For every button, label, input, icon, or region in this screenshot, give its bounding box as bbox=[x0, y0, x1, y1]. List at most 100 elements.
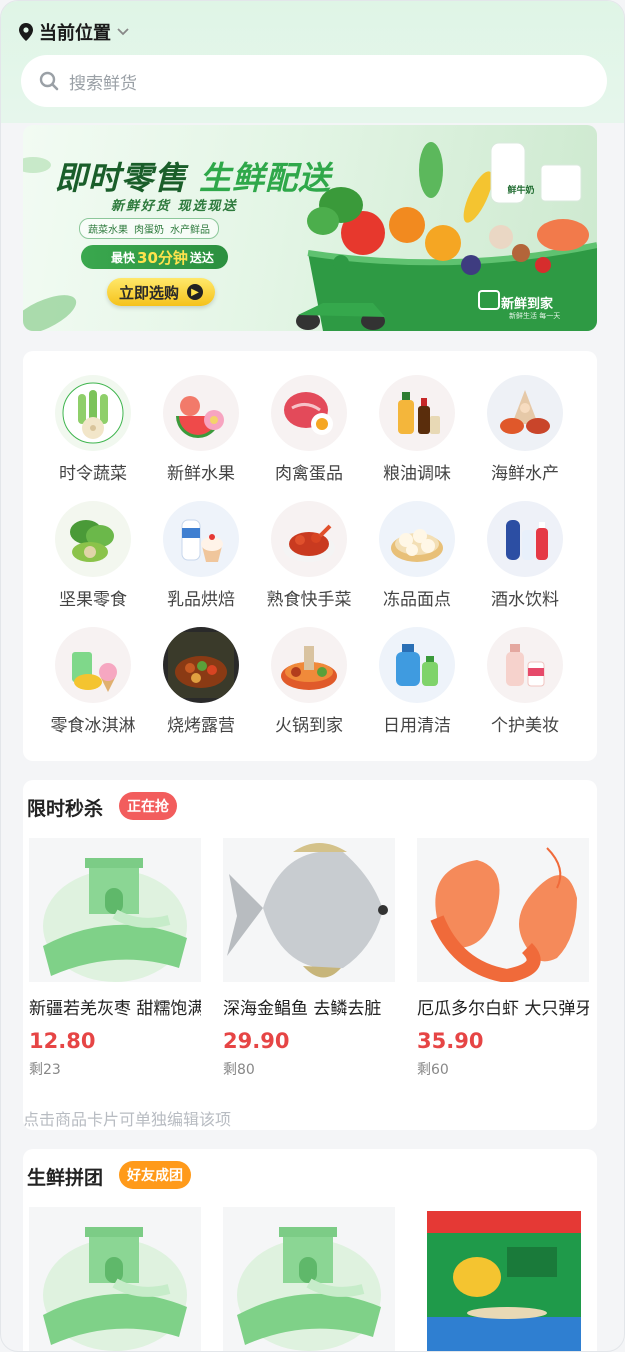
search-placeholder: 搜索鲜货 bbox=[69, 73, 137, 94]
product-price: 29.90 bbox=[223, 1029, 290, 1053]
category-label: 熟食快手菜 bbox=[266, 590, 352, 610]
icecream-icon bbox=[55, 627, 131, 703]
delivery-time-badge: 最快 30分钟 送达 bbox=[81, 245, 228, 269]
category-item-fruit[interactable]: 新鲜水果 bbox=[147, 375, 255, 484]
category-label: 个护美妆 bbox=[491, 716, 559, 736]
product-image bbox=[29, 838, 201, 982]
vegetable-icon bbox=[55, 375, 131, 451]
product-name: 新疆若羌灰枣 甜糯饱满 bbox=[29, 999, 201, 1019]
drinks-icon bbox=[487, 501, 563, 577]
category-label: 肉禽蛋品 bbox=[275, 464, 343, 484]
category-label: 酒水饮料 bbox=[491, 590, 559, 610]
fast-prefix: 最快 bbox=[111, 250, 136, 265]
category-item-drinks[interactable]: 酒水饮料 bbox=[471, 501, 579, 610]
category-item-nuts[interactable]: 坚果零食 bbox=[39, 501, 147, 610]
category-item-snacks-icecream[interactable]: 零食冰淇淋 bbox=[39, 627, 147, 736]
edit-hint: 点击商品卡片可单独编辑该项 bbox=[23, 1110, 232, 1129]
category-label: 坚果零食 bbox=[59, 590, 127, 610]
category-label: 粮油调味 bbox=[383, 464, 451, 484]
category-label: 日用清洁 bbox=[383, 716, 451, 736]
category-label: 海鲜水产 bbox=[491, 464, 559, 484]
frozen-icon bbox=[379, 501, 455, 577]
product-name: 厄瓜多尔白虾 大只弹牙 bbox=[417, 999, 589, 1019]
product-image bbox=[223, 1207, 395, 1351]
banner-tag: 肉蛋奶 bbox=[134, 225, 164, 236]
search-icon bbox=[39, 71, 59, 91]
banner-tag: 蔬菜水果 bbox=[88, 225, 128, 236]
location-selector[interactable]: 当前位置 bbox=[19, 19, 129, 45]
category-label: 时令蔬菜 bbox=[59, 464, 127, 484]
product-stock: 剩80 bbox=[223, 1062, 255, 1078]
fast-number: 30分钟 bbox=[137, 248, 188, 267]
banner-tag: 水产鲜品 bbox=[170, 225, 210, 236]
product-image bbox=[223, 838, 395, 982]
nuts-icon bbox=[55, 501, 131, 577]
category-item-seafood[interactable]: 海鲜水产 bbox=[471, 375, 579, 484]
group-buy-section: 生鲜拼团 好友成团 bbox=[23, 1149, 597, 1351]
header: 当前位置 搜索鲜货 bbox=[1, 1, 624, 123]
category-item-hotpot[interactable]: 火锅到家 bbox=[255, 627, 363, 736]
chevron-down-icon bbox=[117, 28, 129, 36]
category-item-grain-oil[interactable]: 粮油调味 bbox=[363, 375, 471, 484]
shop-now-button[interactable]: 立即选购 ▶ bbox=[107, 278, 215, 306]
category-label: 火锅到家 bbox=[275, 716, 343, 736]
category-item-dairy[interactable]: 乳品烘焙 bbox=[147, 501, 255, 610]
arrow-right-icon: ▶ bbox=[187, 284, 203, 300]
banner-subtitle: 新鲜好货 现选现送 bbox=[111, 199, 238, 214]
oil-icon bbox=[379, 375, 455, 451]
location-pin-icon bbox=[19, 23, 33, 41]
category-item-meat[interactable]: 肉禽蛋品 bbox=[255, 375, 363, 484]
product-stock: 剩23 bbox=[29, 1062, 61, 1078]
product-card[interactable]: 厄瓜多尔白虾 大只弹牙 35.90 剩60 bbox=[417, 838, 589, 1079]
category-grid: 时令蔬菜 新鲜水果 肉禽蛋品 粮油调味 海鲜水产 坚果零食 乳品烘焙 熟食快手菜… bbox=[23, 351, 597, 761]
hotpot-icon bbox=[271, 627, 347, 703]
category-item-vegetables[interactable]: 时令蔬菜 bbox=[39, 375, 147, 484]
product-card[interactable] bbox=[417, 1207, 589, 1351]
fruit-icon bbox=[163, 375, 239, 451]
group-buy-badge: 好友成团 bbox=[119, 1161, 191, 1189]
dairy-icon bbox=[163, 501, 239, 577]
banner-title: 即时零售 生鲜配送 bbox=[55, 153, 331, 199]
app-frame: 当前位置 搜索鲜货 即时零售 生鲜配送 新鲜好货 现选现送 蔬菜水果 肉蛋奶 水… bbox=[0, 0, 625, 1352]
brand-name: 新鲜到家 bbox=[501, 297, 554, 312]
banner-title-part1: 即时零售 bbox=[55, 159, 188, 197]
deli-icon bbox=[271, 501, 347, 577]
banner-tags: 蔬菜水果 肉蛋奶 水产鲜品 bbox=[79, 218, 219, 239]
product-image bbox=[417, 1207, 589, 1351]
bbq-icon bbox=[163, 627, 239, 703]
meat-icon bbox=[271, 375, 347, 451]
category-item-deli[interactable]: 熟食快手菜 bbox=[255, 501, 363, 610]
product-image bbox=[29, 1207, 201, 1351]
product-price: 35.90 bbox=[417, 1029, 484, 1053]
promo-banner[interactable]: 即时零售 生鲜配送 新鲜好货 现选现送 蔬菜水果 肉蛋奶 水产鲜品 最快 30分… bbox=[23, 125, 597, 331]
product-card[interactable] bbox=[223, 1207, 395, 1351]
location-label: 当前位置 bbox=[39, 23, 111, 44]
product-stock: 剩60 bbox=[417, 1062, 449, 1078]
category-item-frozen[interactable]: 冻品面点 bbox=[363, 501, 471, 610]
cleaning-icon bbox=[379, 627, 455, 703]
search-bar[interactable]: 搜索鲜货 bbox=[21, 55, 607, 107]
category-label: 零食冰淇淋 bbox=[50, 716, 136, 736]
product-card[interactable] bbox=[29, 1207, 201, 1351]
category-item-cleaning[interactable]: 日用清洁 bbox=[363, 627, 471, 736]
category-item-beauty[interactable]: 个护美妆 bbox=[471, 627, 579, 736]
brand-slogan: 新鲜生活 每一天 bbox=[509, 312, 561, 320]
beauty-icon bbox=[487, 627, 563, 703]
category-label: 烧烤露营 bbox=[167, 716, 235, 736]
product-price: 12.80 bbox=[29, 1029, 96, 1053]
product-card[interactable]: 新疆若羌灰枣 甜糯饱满 12.80 剩23 bbox=[29, 838, 201, 1079]
flash-sale-badge: 正在抢 bbox=[119, 792, 177, 820]
category-label: 乳品烘焙 bbox=[167, 590, 235, 610]
milk-label: 鲜牛奶 bbox=[507, 186, 535, 196]
product-name: 深海金鲳鱼 去鳞去脏 bbox=[223, 999, 382, 1019]
product-image bbox=[417, 838, 589, 982]
fast-suffix: 送达 bbox=[189, 250, 214, 265]
product-card[interactable]: 深海金鲳鱼 去鳞去脏 29.90 剩80 bbox=[223, 838, 395, 1079]
flash-sale-title: 限时秒杀 bbox=[27, 798, 104, 820]
category-item-bbq[interactable]: 烧烤露营 bbox=[147, 627, 255, 736]
category-label: 新鲜水果 bbox=[167, 464, 235, 484]
flash-sale-section: 限时秒杀 正在抢 新疆若羌灰枣 甜糯饱满 12.80 剩23 深海金鲳鱼 去鳞去… bbox=[23, 780, 597, 1130]
category-label: 冻品面点 bbox=[383, 590, 451, 610]
shop-now-label: 立即选购 bbox=[118, 283, 179, 302]
group-buy-title: 生鲜拼团 bbox=[27, 1167, 104, 1189]
